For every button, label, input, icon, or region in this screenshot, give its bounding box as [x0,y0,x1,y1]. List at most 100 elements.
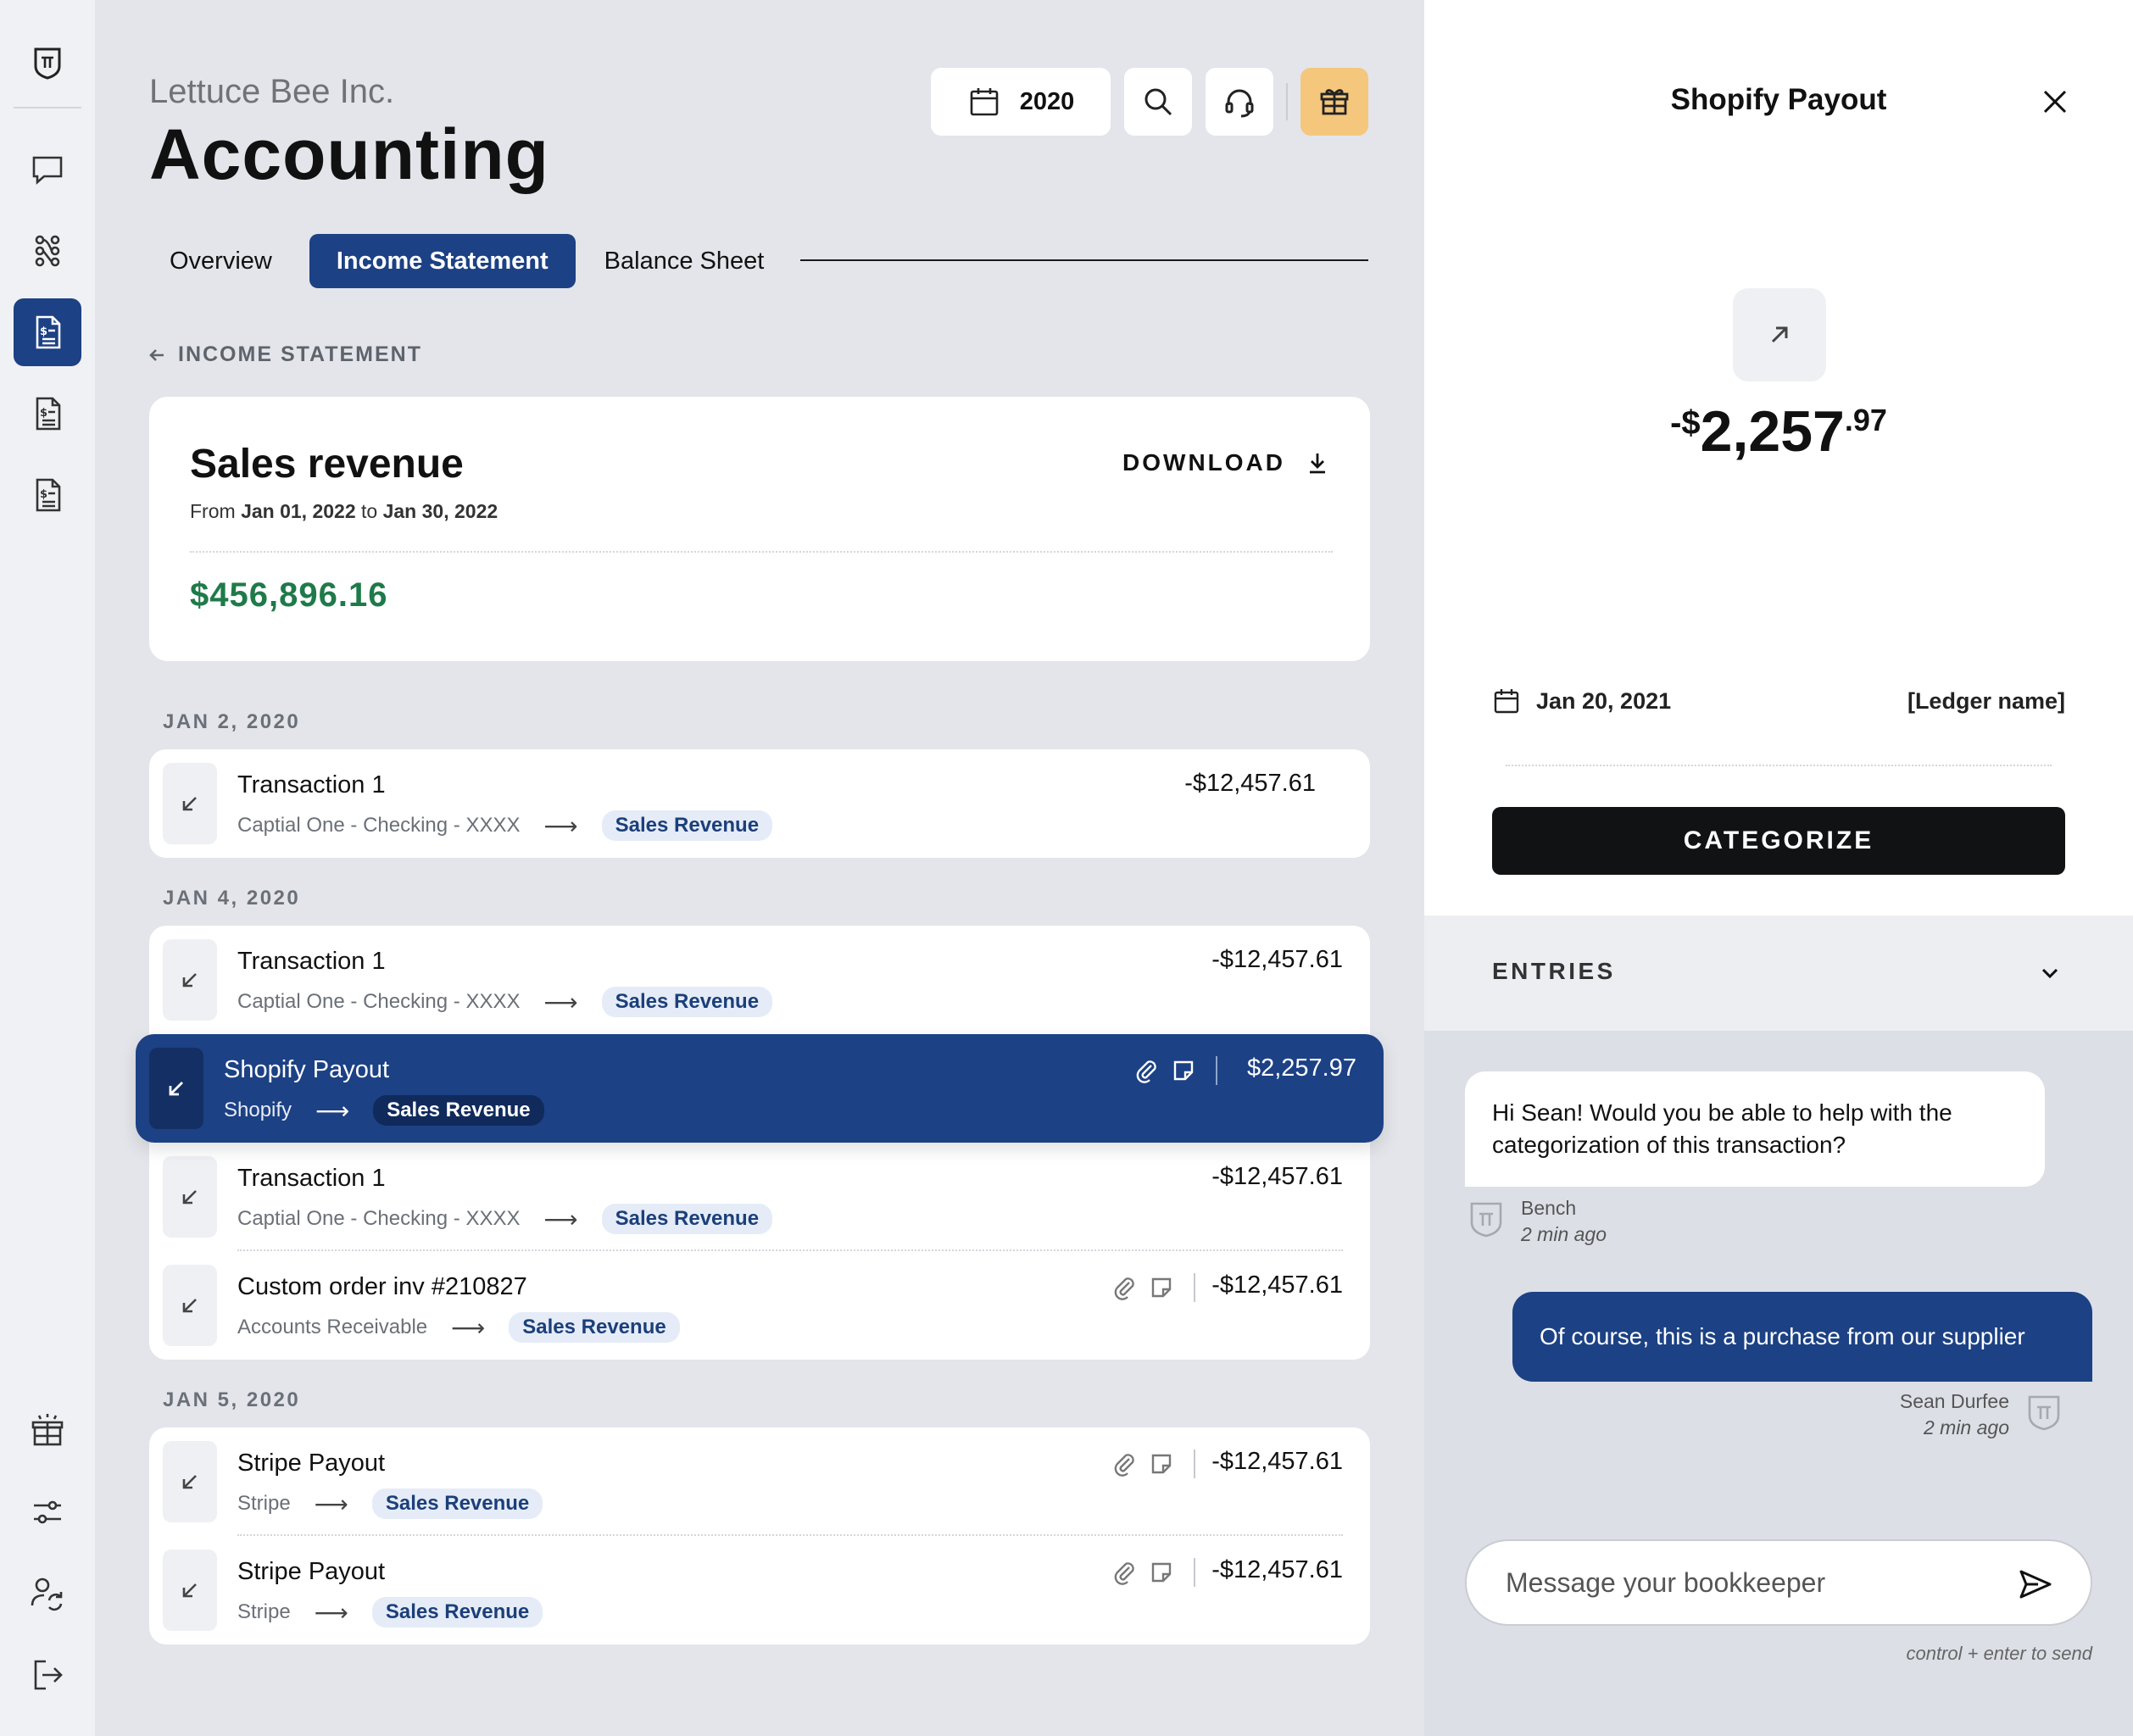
transaction-route: Shopify ⟶ Sales Revenue [224,1095,544,1126]
calendar-icon [1494,689,1519,714]
direction-icon [163,1441,217,1522]
transaction-name: Transaction 1 [237,771,386,798]
transaction-amount: -$12,457.61 [1184,770,1316,797]
direction-icon [163,1550,217,1631]
arrow-right-icon: ⟶ [314,1490,348,1517]
transaction-row[interactable]: Transaction 1 Captial One - Checking - X… [149,926,1370,1034]
year-selector-button[interactable]: 2020 [931,68,1111,136]
selected-transaction-row[interactable]: Shopify Payout Shopify ⟶ Sales Revenue $… [136,1034,1384,1143]
arrow-right-icon: ⟶ [314,1599,348,1626]
category-pill[interactable]: Sales Revenue [373,1095,544,1126]
header-separator [1286,83,1288,120]
arrow-right-icon: ⟶ [543,812,578,839]
transaction-amount: -$12,457.61 [1211,1271,1343,1299]
category-pill[interactable]: Sales Revenue [371,1597,543,1628]
headset-icon [1225,89,1254,118]
incoming-message: Hi Sean! Would you be able to help with … [1465,1071,2045,1187]
transaction-row[interactable]: Stripe Payout Stripe ⟶ Sales Revenue -$1… [149,1536,1370,1644]
transaction-date: Jan 20, 2021 [1492,687,1671,715]
transaction-route: Captial One - Checking - XXXX ⟶ Sales Re… [237,1204,773,1234]
transaction-source: Captial One - Checking - XXXX [237,990,521,1013]
category-pill[interactable]: Sales Revenue [601,987,773,1017]
tab-income-statement[interactable]: Income Statement [309,234,576,288]
arrow-right-icon: ⟶ [543,1205,578,1232]
transaction-group: Transaction 1 Captial One - Checking - X… [149,749,1370,858]
gift-button[interactable] [1300,68,1368,136]
logo-icon[interactable] [14,27,81,95]
page-title: Accounting [149,114,549,194]
svg-text:$: $ [40,488,47,501]
download-button[interactable]: DOWNLOAD [1122,449,1329,476]
bench-avatar-icon [1470,1202,1502,1238]
gift-rail-icon[interactable] [14,1397,81,1465]
category-pill[interactable]: Sales Revenue [509,1312,680,1343]
amount-main: 2,257 [1700,399,1845,464]
note-icon[interactable] [1148,1559,1175,1586]
message-input[interactable] [1506,1541,1997,1624]
arrow-left-icon [149,348,164,361]
back-to-income-statement-link[interactable]: INCOME STATEMENT [148,342,422,367]
chat-icon[interactable] [14,136,81,203]
category-pill[interactable]: Sales Revenue [601,1204,773,1234]
entries-accordion[interactable]: ENTRIES [1424,915,2133,1031]
transaction-amount: -$12,457.61 [1211,1163,1343,1190]
transaction-row[interactable]: Custom order inv #210827 Accounts Receiv… [149,1251,1370,1360]
transaction-route: Captial One - Checking - XXXX ⟶ Sales Re… [237,987,773,1017]
arrow-right-icon: ⟶ [543,988,578,1015]
transaction-route: Accounts Receivable ⟶ Sales Revenue [237,1312,680,1343]
transaction-row[interactable]: Stripe Payout Stripe ⟶ Sales Revenue -$1… [149,1427,1370,1536]
date-header: JAN 2, 2020 [163,710,301,733]
chevron-down-icon[interactable] [2035,958,2065,988]
tab-overview[interactable]: Overview [149,234,292,288]
search-button[interactable] [1124,68,1192,136]
transaction-route: Stripe ⟶ Sales Revenue [237,1597,543,1628]
note-icon[interactable] [1148,1450,1175,1477]
tab-underline [800,259,1368,261]
transaction-row[interactable]: Transaction 1 Captial One - Checking - X… [149,1143,1370,1251]
transaction-tools [1111,1273,1195,1302]
note-icon[interactable] [1148,1274,1175,1301]
note-icon[interactable] [1170,1057,1197,1084]
breadcrumb: INCOME STATEMENT [178,342,423,366]
workflow-icon[interactable] [14,217,81,285]
switch-user-icon[interactable] [14,1560,81,1628]
settings-sliders-icon[interactable] [14,1478,81,1546]
attachment-icon[interactable] [1111,1450,1138,1477]
support-button[interactable] [1206,68,1273,136]
report-icon[interactable]: $ [14,380,81,448]
user-avatar-icon [2028,1395,2060,1431]
category-pill[interactable]: Sales Revenue [601,810,773,841]
tool-separator [1194,1558,1195,1587]
panel-top: Shopify Payout -$2,257.97 Jan 20, 2021 [… [1424,0,2133,915]
categorize-button[interactable]: CATEGORIZE [1492,807,2065,875]
attachment-icon[interactable] [1111,1274,1138,1301]
transaction-amount: -$12,457.61 [1211,946,1343,973]
transaction-row[interactable]: Transaction 1 Captial One - Checking - X… [149,749,1370,858]
sender-name: Sean Durfee [1899,1390,2009,1412]
svg-text:$: $ [40,407,47,420]
meta-divider [1506,765,2052,766]
transaction-name: Transaction 1 [237,948,386,975]
accounting-report-icon[interactable]: $ [14,298,81,366]
direction-icon [163,1156,217,1238]
transaction-meta: Jan 20, 2021 [Ledger name] [1492,687,2065,715]
statement-icon[interactable]: $ [14,461,81,529]
ledger-name[interactable]: [Ledger name] [1907,688,2065,715]
tab-balance-sheet[interactable]: Balance Sheet [584,234,785,288]
transaction-name: Stripe Payout [237,1558,386,1585]
transaction-detail-panel: Shopify Payout -$2,257.97 Jan 20, 2021 [… [1424,0,2133,1736]
transaction-tools [1133,1056,1217,1085]
logout-icon[interactable] [14,1641,81,1709]
date-header: JAN 4, 2020 [163,887,301,910]
close-icon[interactable] [2038,85,2072,119]
category-pill[interactable]: Sales Revenue [371,1488,543,1519]
attachment-icon[interactable] [1133,1057,1160,1084]
tool-separator [1194,1449,1195,1478]
range-start: Jan 01, 2022 [241,500,356,522]
svg-text:$: $ [40,326,47,338]
panel-title: Shopify Payout [1670,83,1887,116]
summary-title: Sales revenue [190,442,464,487]
attachment-icon[interactable] [1111,1559,1138,1586]
outgoing-arrow-icon [1733,288,1826,381]
send-icon[interactable] [2018,1566,2053,1602]
